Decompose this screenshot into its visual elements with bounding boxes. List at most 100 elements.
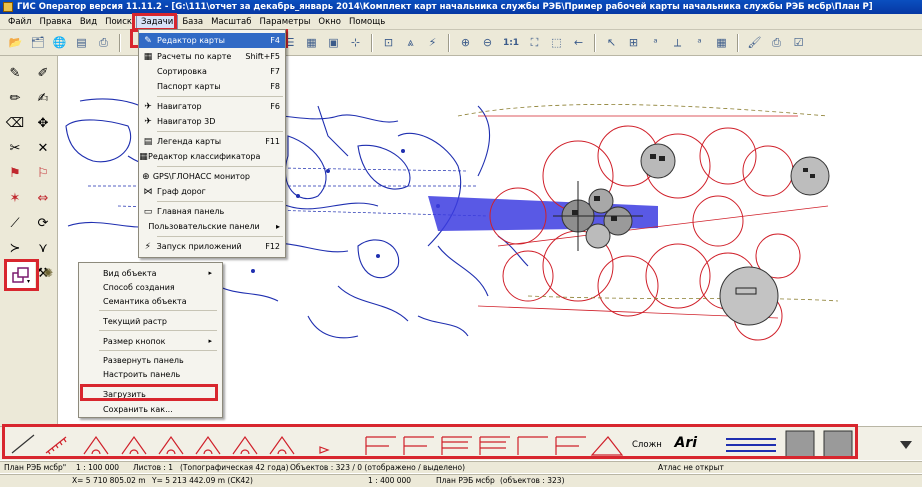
object-type-icon [11, 267, 30, 283]
brush-icon[interactable]: 🖌 [745, 33, 764, 52]
ctx-item-expand-panel[interactable]: Развернуть панель [79, 353, 222, 367]
fork-icon[interactable]: ≻ [4, 237, 26, 259]
zoom-in-icon[interactable]: ⊕ [456, 33, 475, 52]
panel-menu-button[interactable] [6, 262, 35, 288]
scissors-icon[interactable]: ✂ [4, 137, 26, 159]
menu-scale[interactable]: Масштаб [207, 17, 255, 27]
grid-select-icon[interactable]: ⊞ [624, 33, 643, 52]
ctx-item-current-raster[interactable]: Текущий растр [79, 314, 222, 328]
menu-item-run-apps[interactable]: ⚡ Запуск приложений F12 [139, 239, 285, 254]
pencil-line-icon[interactable]: ✐ [32, 62, 54, 84]
palette-complex-label[interactable]: Сложн Ari [632, 435, 697, 451]
pencil-poly-icon[interactable]: ✍ [32, 87, 54, 109]
text-a-icon[interactable]: ᵃ [646, 33, 665, 52]
status-sheets: Листов : 1 [133, 463, 174, 472]
status-map-name: План РЭБ мсбр" [4, 463, 67, 472]
zoom-out-icon[interactable]: ⊖ [478, 33, 497, 52]
ruler-icon[interactable]: ⩓ [401, 33, 420, 52]
lightning-icon[interactable]: ⚡ [423, 33, 442, 52]
menu-params[interactable]: Параметры [256, 17, 315, 27]
menu-help[interactable]: Помощь [345, 17, 389, 27]
fit-icon[interactable]: ⬚ [547, 33, 566, 52]
menu-item-map-editor[interactable]: ✎ Редактор карты F4 [139, 33, 285, 48]
text-a2-icon[interactable]: ᵃ [690, 33, 709, 52]
tree-icon[interactable]: ⊹ [346, 33, 365, 52]
menu-item-main-panel[interactable]: ▭ Главная панель [139, 204, 285, 219]
open-folder-icon[interactable]: 📂 [6, 33, 25, 52]
ctx-item-button-size[interactable]: Размер кнопок ▸ [79, 334, 222, 348]
menu-item-calculations[interactable]: ▦ Расчеты по карте Shift+F5 [139, 49, 285, 64]
title-bar: ГИС Оператор версия 11.11.2 - [G:\111\от… [0, 0, 922, 14]
flag-icon[interactable]: ⚑ [4, 162, 26, 184]
print-icon[interactable]: ⎙ [94, 33, 113, 52]
ctx-item-semantics[interactable]: Семантика объекта [79, 294, 222, 308]
ctx-item-object-view[interactable]: Вид объекта ▸ [79, 266, 222, 280]
select-icon[interactable]: ▣ [324, 33, 343, 52]
move-icon[interactable]: ✥ [32, 112, 54, 134]
open-map-icon[interactable]: 🗂 [28, 33, 47, 52]
menu-base[interactable]: База [178, 17, 207, 27]
menu-edit[interactable]: Правка [35, 17, 75, 27]
zoom-area-icon[interactable]: ⛶ [525, 33, 544, 52]
navigator3d-icon: ✈ [144, 116, 152, 127]
status-bar-coords: X= 5 710 805.02 m Y= 5 213 442.09 m (CK4… [0, 474, 922, 487]
menu-file[interactable]: Файл [4, 17, 35, 27]
zoom-1to1-icon[interactable]: 1:1 [500, 33, 522, 52]
sign-palette: Сложн Ari [0, 426, 922, 460]
ctx-item-configure-panel[interactable]: Настроить панель [79, 367, 222, 381]
status-atlas: Атлас не открыт [658, 463, 724, 472]
status-scale-2: 1 : 400 000 [368, 476, 412, 485]
gps-icon: ⊕ [142, 171, 150, 182]
stack-icon[interactable]: ▤ [72, 33, 91, 52]
status-bar-main: План РЭБ мсбр" 1 : 100 000 Листов : 1 (Т… [0, 461, 922, 473]
status-objects: Объектов : 323 / 0 (отображено / выделен… [290, 463, 465, 472]
ctx-item-save-as[interactable]: Сохранить как... [79, 402, 222, 416]
menu-item-passport[interactable]: Паспорт карты F8 [139, 79, 285, 94]
menu-item-road-graph[interactable]: ⋈ Граф дорог [139, 184, 285, 199]
palette-line-samples [726, 430, 912, 458]
status-plan: План РЭБ мсбр [436, 476, 495, 485]
star-icon[interactable]: ✶ [4, 187, 26, 209]
menu-separator [157, 96, 283, 97]
graph-icon: ⋈ [143, 186, 153, 197]
ctx-item-creation-method[interactable]: Способ создания [79, 280, 222, 294]
menu-item-classifier[interactable]: ▦ Редактор классификатора [139, 149, 285, 164]
calc-icon: ▦ [143, 51, 153, 62]
menu-bar: Файл Правка Вид Поиск Задачи База Масшта… [0, 14, 922, 30]
palette-shapes [11, 434, 624, 456]
menu-tasks[interactable]: Задачи [136, 14, 179, 29]
status-topo: (Топографическая 42 года) [180, 463, 289, 472]
toolbar-separator [119, 33, 121, 52]
ctx-item-load[interactable]: Загрузить [79, 387, 222, 401]
pencil-point-icon[interactable]: ✎ [4, 62, 26, 84]
menu-view[interactable]: Вид [76, 17, 101, 27]
eraser-icon[interactable]: ⌫ [4, 112, 26, 134]
menu-item-sort[interactable]: Сортировка F7 [139, 64, 285, 79]
polyline-icon[interactable]: ⟋ [4, 212, 26, 234]
open-net-icon[interactable]: 🌐 [50, 33, 69, 52]
pencil-edit-icon[interactable]: ✏ [4, 87, 26, 109]
back-icon[interactable]: ← [569, 33, 588, 52]
menu-item-legend[interactable]: ▤ Легенда карты F11 [139, 134, 285, 149]
menu-item-user-panels[interactable]: Пользовательские панели ▸ [139, 219, 285, 234]
navigator-icon: ✈ [144, 101, 152, 112]
check-icon[interactable]: ☑ [789, 33, 808, 52]
menu-item-navigator[interactable]: ✈ Навигатор F6 [139, 99, 285, 114]
flag-split-icon[interactable]: ⚐ [32, 162, 54, 184]
menu-item-gps[interactable]: ⊕ GPS\ГЛОНАСС монитор [139, 169, 285, 184]
arrows-icon[interactable]: ⇔ [32, 187, 54, 209]
calc-grid-icon[interactable]: ▦ [712, 33, 731, 52]
menu-search[interactable]: Поиск [101, 17, 136, 27]
menu-window[interactable]: Окно [314, 17, 345, 27]
status-x-coord: X= 5 710 805.02 m [72, 476, 146, 485]
rotate-icon[interactable]: ⟳ [32, 212, 54, 234]
cursor-icon[interactable]: ↖ [602, 33, 621, 52]
printer-icon[interactable]: ⎙ [767, 33, 786, 52]
table-icon[interactable]: ▦ [302, 33, 321, 52]
branch-icon[interactable]: ⋎ [32, 237, 54, 259]
cross-icon[interactable]: ✕ [32, 137, 54, 159]
frame-icon[interactable]: ⊡ [379, 33, 398, 52]
menu-item-navigator-3d[interactable]: ✈ Навигатор 3D [139, 114, 285, 129]
gear-map-icon[interactable]: ✺ [40, 264, 56, 282]
measure-icon[interactable]: ⟂ [668, 33, 687, 52]
